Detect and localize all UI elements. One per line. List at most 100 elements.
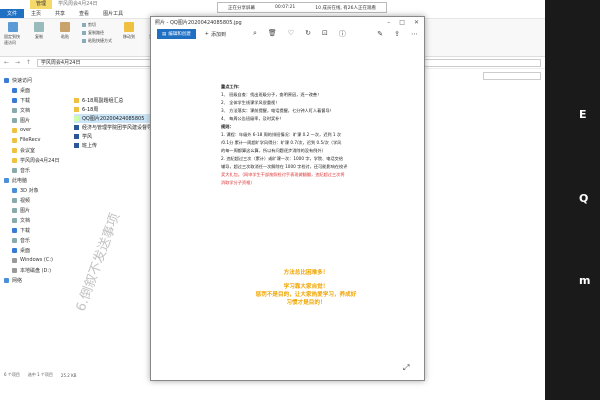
draw-icon[interactable]: ✎ xyxy=(377,30,383,38)
navigation-pane: 快速访问 桌面 下载 文档 图片 over FileRecv 会议室 学风周会4月24日 音乐 此电… xyxy=(0,72,70,372)
more-icon[interactable]: ⋯ xyxy=(411,30,418,38)
crop-icon[interactable]: ⊡ xyxy=(322,29,328,39)
sharing-status[interactable]: 正在分享屏幕 xyxy=(228,5,255,11)
side-letter: Q xyxy=(579,192,589,205)
sidebar-item[interactable]: 此电脑 xyxy=(0,175,70,185)
slogan-line: 方法总比困难多！ xyxy=(283,270,329,276)
sidebar-item[interactable]: 视频 xyxy=(0,195,70,205)
sidebar-item-label: 桌面 xyxy=(20,247,31,254)
sidebar-item-label: 文档 xyxy=(20,217,31,224)
doc-rule: 的每一周都算这么算，所以有问题逐步消除的没有例外） xyxy=(221,148,326,153)
tab-home[interactable]: 主页 xyxy=(24,9,48,18)
minimize-icon[interactable]: – xyxy=(387,19,390,26)
pin-button[interactable]: 固定到快速访问 xyxy=(4,22,22,46)
file-icon xyxy=(74,143,79,148)
file-name: QQ图片20200424085805 xyxy=(82,116,145,122)
search-input[interactable] xyxy=(483,72,541,80)
folder-icon xyxy=(12,227,17,233)
favorite-icon[interactable]: ♡ xyxy=(288,29,294,39)
share-timer: 00:07:21 xyxy=(275,5,296,10)
sidebar-item-label: 快速访问 xyxy=(12,77,33,84)
slogan-line: 惩罚不是目的，让大家热爱学习，养成好 xyxy=(255,292,357,298)
edit-icon: ▤ xyxy=(162,31,167,37)
maximize-icon[interactable]: □ xyxy=(399,19,405,26)
cut-button[interactable]: 剪切 xyxy=(82,22,112,28)
folder-icon xyxy=(12,197,17,203)
sidebar-item[interactable]: Windows (C:) xyxy=(0,255,70,265)
sidebar-item[interactable]: over xyxy=(0,125,70,135)
viewer-count: 10 成员在线, 有26人正在观看 xyxy=(315,5,376,11)
sidebar-item[interactable]: 桌面 xyxy=(0,85,70,95)
doc-item: 2、 全体学生线课学风很重视！ xyxy=(221,100,280,105)
doc-item: 3、 方法落实：课前提醒，电话提醒，七分钟人盯人着督导！ xyxy=(221,108,334,113)
sidebar-item[interactable]: FileRecv xyxy=(0,135,70,145)
sidebar-item-label: 桌面 xyxy=(20,87,31,94)
file-icon xyxy=(74,107,79,112)
sidebar-item-label: 下载 xyxy=(20,97,31,104)
file-icon xyxy=(74,98,79,103)
sidebar-item[interactable]: 网络 xyxy=(0,275,70,285)
rotate-icon[interactable]: ↻ xyxy=(305,29,311,39)
copy-icon xyxy=(34,22,44,32)
move-to-icon xyxy=(124,22,134,32)
sidebar-item-label: 3D 对象 xyxy=(20,187,39,194)
slogan-line: 学习靠大家自觉！ xyxy=(283,284,329,290)
tab-file[interactable]: 文件 xyxy=(0,9,25,18)
doc-rule: 1. 课程：年级外 6-18 周的排班情况：旷课 0.2 一次，迟到 1 次 xyxy=(221,132,342,137)
copy-button[interactable]: 复制 xyxy=(30,22,48,40)
sidebar-item[interactable]: 桌面 xyxy=(0,245,70,255)
sidebar-item[interactable]: 会议室 xyxy=(0,145,70,155)
tab-manage[interactable]: 管理 xyxy=(30,0,53,9)
tab-picture-tools[interactable]: 图片工具 xyxy=(96,9,130,18)
share-icon[interactable]: ⇪ xyxy=(394,30,400,38)
item-count: 6 个项目 xyxy=(4,372,20,377)
paste-shortcut-button[interactable]: 粘贴快捷方式 xyxy=(82,38,112,44)
info-icon[interactable]: ⓘ xyxy=(339,29,346,39)
sidebar-item[interactable]: 音乐 xyxy=(0,165,70,175)
sidebar-item-label: 图片 xyxy=(20,117,31,124)
sidebar-item[interactable]: 下载 xyxy=(0,95,70,105)
plus-icon: + xyxy=(204,31,209,37)
delete-icon[interactable]: 🗑 xyxy=(268,29,277,39)
folder-icon xyxy=(4,177,9,183)
edit-create-button[interactable]: ▤ 编辑和创建 xyxy=(157,29,196,39)
sidebar-item-label: 会议室 xyxy=(20,147,36,154)
file-icon xyxy=(74,125,79,130)
file-icon xyxy=(74,134,79,139)
sidebar-item[interactable]: 学风周会4月24日 xyxy=(0,155,70,165)
doc-rule: 辅导，超过三次取消任一次解除在 1000 字检讨，还可能影响在校评 xyxy=(221,164,348,169)
nav-arrows-icon[interactable]: ← → ↑ xyxy=(4,59,33,66)
sidebar-item[interactable]: 快速访问 xyxy=(0,75,70,85)
side-letter: E xyxy=(579,108,587,121)
move-to-button[interactable]: 移动到 xyxy=(120,22,138,40)
close-icon[interactable]: ✕ xyxy=(414,19,419,26)
tab-view[interactable]: 查看 xyxy=(72,9,96,18)
sidebar-item[interactable]: 3D 对象 xyxy=(0,185,70,195)
paste-button[interactable]: 粘贴 xyxy=(56,22,74,40)
sidebar-item[interactable]: 文档 xyxy=(0,215,70,225)
folder-icon xyxy=(12,87,17,93)
sidebar-item[interactable]: 文档 xyxy=(0,105,70,115)
sidebar-item[interactable]: 图片 xyxy=(0,115,70,125)
add-to-button[interactable]: + 添加到 xyxy=(205,31,226,38)
slogans: 方法总比困难多！ 学习靠大家自觉！ 惩罚不是目的，让大家热爱学习，养成好 习惯才… xyxy=(246,269,366,307)
document-image: 重点工作： 1、 班级自查：找出班级分子，查明原因，逐一改善！ 2、 全体学生线… xyxy=(221,83,361,187)
folder-icon xyxy=(12,247,17,253)
viewer-toolbar: ▤ 编辑和创建 + 添加到 ⌕ 🗑 ♡ ↻ ⊡ ⓘ ✎ ⇪ ⋯ xyxy=(151,27,424,41)
sidebar-item-label: Windows (C:) xyxy=(20,257,53,263)
folder-icon xyxy=(12,217,17,223)
folder-icon xyxy=(4,277,9,283)
fullscreen-icon[interactable]: ⤢ xyxy=(403,363,409,373)
paste-icon xyxy=(60,22,70,32)
zoom-icon[interactable]: ⌕ xyxy=(253,29,257,39)
sidebar-item[interactable]: 图片 xyxy=(0,205,70,215)
tab-share[interactable]: 共享 xyxy=(48,9,72,18)
doc-rule: 奖大礼包。（网申学生干部按照检讨手表现做翻翻，违纪超过三次将 xyxy=(221,172,345,177)
copy-path-button[interactable]: 复制路径 xyxy=(82,30,112,36)
sidebar-item[interactable]: 音乐 xyxy=(0,235,70,245)
doc-item: 1、 班级自查：找出班级分子，查明原因，逐一改善！ xyxy=(221,92,322,97)
folder-icon xyxy=(12,157,17,163)
folder-icon xyxy=(12,97,17,103)
sidebar-item[interactable]: 下载 xyxy=(0,225,70,235)
sidebar-item[interactable]: 本地磁盘 (D:) xyxy=(0,265,70,275)
